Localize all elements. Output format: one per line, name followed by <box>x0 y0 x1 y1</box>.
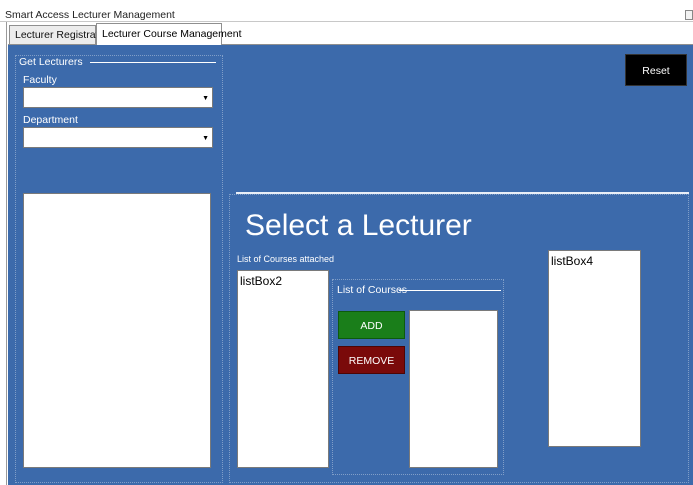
courses-attached-listbox[interactable]: listBox2 <box>237 270 329 468</box>
list-of-courses-legend-line <box>399 290 501 291</box>
get-lecturers-legend: Get Lecturers <box>19 56 83 68</box>
listbox2-item: listBox2 <box>240 274 283 288</box>
add-course-button[interactable]: ADD <box>338 311 405 339</box>
tab-panel-course-management: Get Lecturers Faculty ▼ Department ▼ Res… <box>8 44 693 485</box>
listbox4-item: listBox4 <box>551 254 594 268</box>
chevron-down-icon[interactable]: ▼ <box>202 95 209 102</box>
list-of-courses-legend: List of Courses <box>337 284 408 296</box>
department-label: Department <box>23 114 78 126</box>
department-dropdown[interactable]: ▼ <box>23 127 213 148</box>
window-control-button[interactable] <box>685 10 693 20</box>
get-lecturers-legend-line <box>90 62 216 63</box>
tab-lecturer-registration[interactable]: Lecturer Registration <box>9 25 112 45</box>
window-left-border <box>0 22 7 485</box>
chevron-down-icon[interactable]: ▼ <box>202 135 209 142</box>
courses-attached-label: List of Courses attached <box>237 254 335 264</box>
remove-course-button[interactable]: REMOVE <box>338 346 405 374</box>
listbox4[interactable]: listBox4 <box>548 250 641 447</box>
courses-listbox[interactable] <box>409 310 498 468</box>
faculty-dropdown[interactable]: ▼ <box>23 87 213 108</box>
title-divider <box>0 21 693 22</box>
title-bar: Smart Access Lecturer Management <box>0 0 693 22</box>
tab-lecturer-course-management[interactable]: Lecturer Course Management <box>96 23 242 45</box>
window-title: Smart Access Lecturer Management <box>5 9 175 21</box>
lecturers-listbox[interactable] <box>23 193 211 468</box>
faculty-label: Faculty <box>23 74 57 86</box>
select-lecturer-heading: Select a Lecturer <box>245 209 472 242</box>
reset-button[interactable]: Reset <box>625 54 687 86</box>
